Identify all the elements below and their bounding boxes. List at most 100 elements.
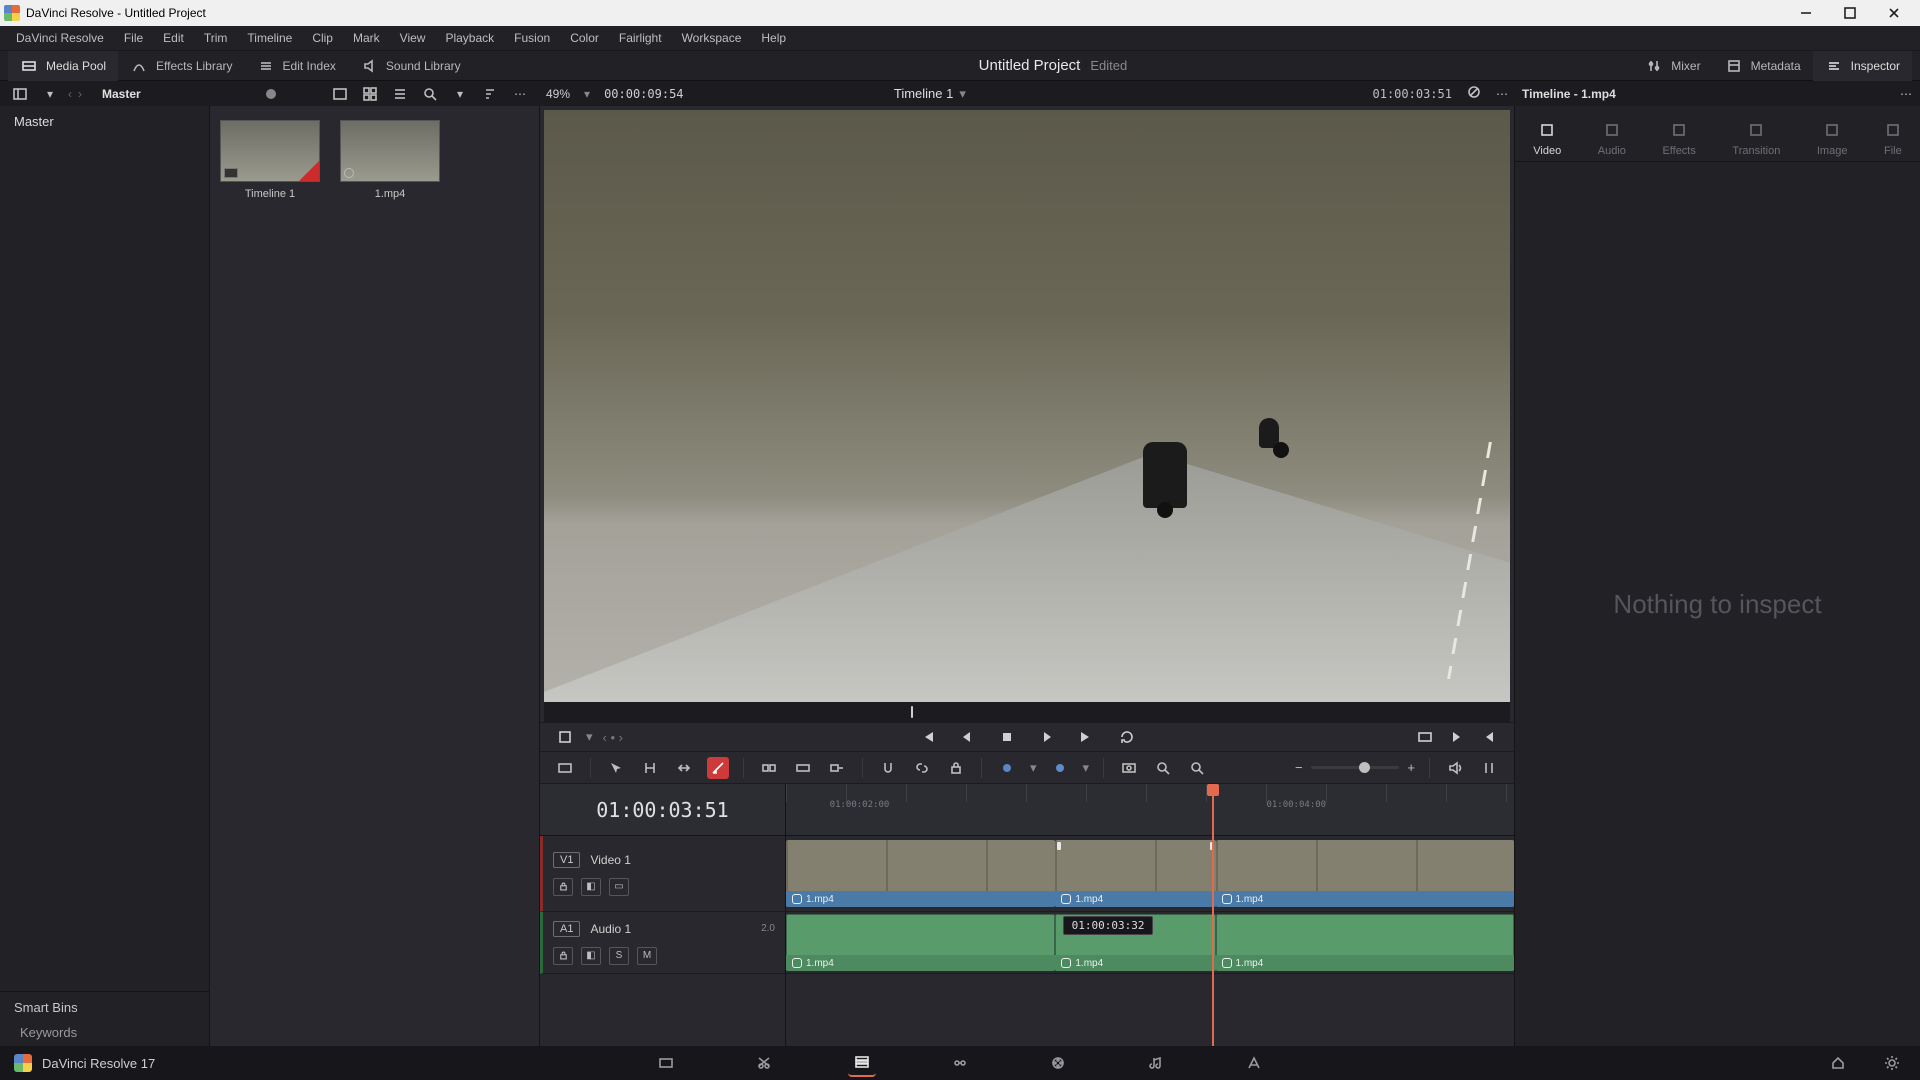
chevron-down-icon[interactable]: ▾ (584, 87, 590, 101)
loop-button[interactable] (1116, 726, 1138, 748)
page-deliver[interactable] (1240, 1049, 1268, 1077)
menu-file[interactable]: File (114, 31, 153, 45)
timeline-clip[interactable]: 1.mp4 (786, 914, 1055, 971)
media-pool-toggle[interactable]: Media Pool (8, 51, 118, 81)
track-solo-button[interactable]: S (609, 947, 629, 965)
timeline-timecode[interactable]: 01:00:03:51 (540, 784, 785, 836)
viewer[interactable] (540, 106, 1514, 702)
viewer-more-button[interactable]: ⋯ (1496, 87, 1508, 101)
custom-zoom-button[interactable] (1186, 757, 1208, 779)
trim-tool[interactable] (639, 757, 661, 779)
menu-timeline[interactable]: Timeline (237, 31, 302, 45)
match-frame-button[interactable] (1414, 726, 1436, 748)
inspector-tab-video[interactable]: Video (1533, 122, 1561, 157)
menu-help[interactable]: Help (751, 31, 796, 45)
page-fusion[interactable] (946, 1049, 974, 1077)
menu-playback[interactable]: Playback (435, 31, 504, 45)
lock-button[interactable] (945, 757, 967, 779)
menu-fairlight[interactable]: Fairlight (609, 31, 672, 45)
smart-bin-keywords[interactable]: Keywords (0, 1019, 209, 1046)
track-mute-button[interactable]: M (637, 947, 657, 965)
page-edit[interactable] (848, 1049, 876, 1077)
window-close-button[interactable] (1872, 0, 1916, 26)
timeline-clip[interactable]: 1.mp4 (786, 840, 1055, 907)
next-edit-button[interactable] (1446, 726, 1468, 748)
marker-button[interactable] (1049, 757, 1071, 779)
inspector-tab-file[interactable]: File (1884, 122, 1902, 157)
more-button[interactable]: ⋯ (508, 82, 532, 106)
track-header-a1[interactable]: A1 Audio 1 2.0 ◧ S M (540, 912, 785, 974)
track-lock-button[interactable] (553, 947, 573, 965)
window-minimize-button[interactable] (1784, 0, 1828, 26)
inspector-more-button[interactable]: ⋯ (1900, 87, 1912, 101)
window-maximize-button[interactable] (1828, 0, 1872, 26)
overwrite-button[interactable] (792, 757, 814, 779)
sidebar-toggle-button[interactable] (8, 82, 32, 106)
inspector-tab-audio[interactable]: Audio (1598, 122, 1626, 157)
menu-fusion[interactable]: Fusion (504, 31, 560, 45)
inspector-tab-effects[interactable]: Effects (1662, 122, 1695, 157)
chevron-down-icon[interactable]: ▾ (586, 729, 593, 745)
chevron-down-icon[interactable]: ▾ (1083, 760, 1090, 776)
thumbnail-view-button[interactable] (328, 82, 352, 106)
chevron-down-icon[interactable]: ▾ (1030, 760, 1037, 776)
go-to-end-button[interactable] (1076, 726, 1098, 748)
zoom-to-fit-button[interactable] (1118, 757, 1140, 779)
timeline-playhead[interactable] (1212, 784, 1214, 1046)
insert-button[interactable] (758, 757, 780, 779)
inspector-toggle[interactable]: Inspector (1813, 51, 1912, 81)
track-visible-button[interactable]: ▭ (609, 878, 629, 896)
track-lane-v1[interactable]: 1.mp41.mp41.mp4 (786, 836, 1514, 912)
detail-zoom-button[interactable] (1152, 757, 1174, 779)
dynamic-trim-tool[interactable] (673, 757, 695, 779)
chevron-down-icon[interactable]: ▾ (38, 82, 62, 106)
metadata-toggle[interactable]: Metadata (1713, 51, 1813, 81)
timeline-name-dropdown[interactable]: Timeline 1▾ (894, 86, 966, 102)
menu-workspace[interactable]: Workspace (672, 31, 752, 45)
selection-tool[interactable] (605, 757, 627, 779)
stop-button[interactable] (996, 726, 1018, 748)
smart-bins-header[interactable]: Smart Bins (0, 991, 209, 1019)
chevron-down-icon[interactable]: ▾ (448, 82, 472, 106)
track-auto-select-button[interactable]: ◧ (581, 878, 601, 896)
timeline-clip[interactable]: 1.mp4 (1055, 840, 1215, 907)
page-color[interactable] (1044, 1049, 1072, 1077)
media-clip[interactable]: 1.mp4 (340, 120, 440, 200)
snap-button[interactable] (877, 757, 899, 779)
flag-button[interactable] (996, 757, 1018, 779)
home-button[interactable] (1824, 1049, 1852, 1077)
grid-view-button[interactable] (358, 82, 382, 106)
blade-tool[interactable] (707, 757, 729, 779)
play-button[interactable] (1036, 726, 1058, 748)
inspector-tab-transition[interactable]: Transition (1732, 122, 1780, 157)
page-media[interactable] (652, 1049, 680, 1077)
menu-clip[interactable]: Clip (302, 31, 343, 45)
scrub-handle[interactable] (911, 706, 913, 718)
edit-index-toggle[interactable]: Edit Index (245, 51, 348, 81)
page-fairlight[interactable] (1142, 1049, 1170, 1077)
viewer-scrub-bar[interactable] (544, 702, 1510, 722)
menu-color[interactable]: Color (560, 31, 609, 45)
menu-edit[interactable]: Edit (153, 31, 194, 45)
bin-master[interactable]: Master (0, 106, 209, 137)
list-view-button[interactable] (388, 82, 412, 106)
menu-trim[interactable]: Trim (194, 31, 238, 45)
media-clip[interactable]: Timeline 1 (220, 120, 320, 200)
inspector-tab-image[interactable]: Image (1817, 122, 1848, 157)
go-to-start-button[interactable] (916, 726, 938, 748)
viewer-zoom[interactable]: 49% (546, 87, 570, 101)
sound-library-toggle[interactable]: Sound Library (348, 51, 473, 81)
prev-edit-button[interactable] (1478, 726, 1500, 748)
menu-mark[interactable]: Mark (343, 31, 390, 45)
mixer-toggle[interactable]: Mixer (1633, 51, 1712, 81)
track-lock-button[interactable] (553, 878, 573, 896)
nav-back-button[interactable]: ‹ (68, 87, 72, 101)
timeline-body[interactable]: 01:00:02:0001:00:04:00 1.mp41.mp41.mp4 1… (786, 784, 1514, 1046)
track-header-v1[interactable]: V1 Video 1 ◧ ▭ (540, 836, 785, 912)
sort-button[interactable] (478, 82, 502, 106)
audio-monitor-button[interactable] (1444, 757, 1466, 779)
replace-button[interactable] (826, 757, 848, 779)
link-button[interactable] (911, 757, 933, 779)
viewer-overlay-button[interactable] (554, 726, 576, 748)
timeline-clip[interactable]: 1.mp4 (1216, 914, 1514, 971)
